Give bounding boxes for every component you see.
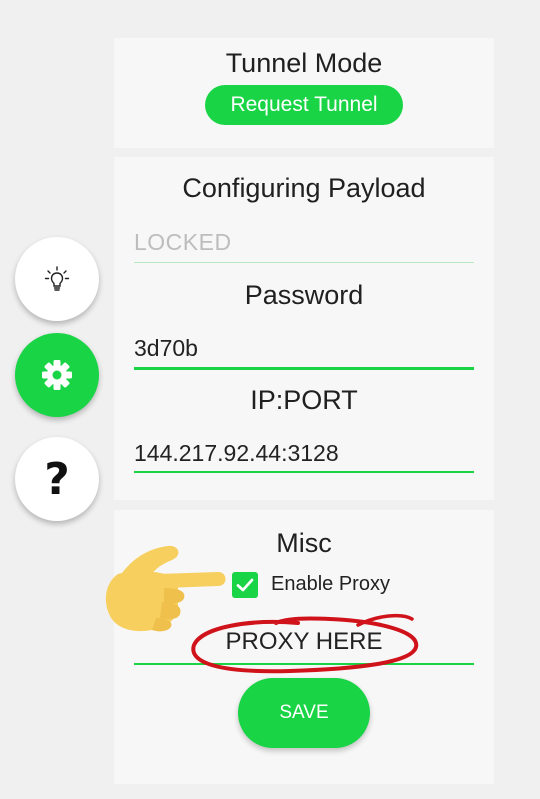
enable-proxy-label: Enable Proxy: [271, 573, 390, 595]
ipport-label: IP:PORT: [250, 385, 358, 415]
help-icon: ?: [44, 453, 70, 505]
checkmark-icon: [236, 578, 254, 592]
lightbulb-icon: [44, 266, 70, 291]
save-button[interactable]: SAVE: [238, 678, 370, 748]
gear-icon: [42, 360, 72, 390]
tunnel-mode-title: Tunnel Mode: [225, 48, 383, 78]
password-label: Password: [244, 280, 364, 310]
payload-input[interactable]: LOCKED: [134, 229, 232, 256]
ipport-input-underline: [134, 471, 474, 473]
lightbulb-button[interactable]: [15, 237, 99, 321]
help-button[interactable]: ?: [15, 437, 99, 521]
payload-config-card: Configuring Payload LOCKED Password 3d70…: [114, 157, 494, 500]
ipport-input[interactable]: 144.217.92.44:3128: [134, 440, 339, 467]
request-tunnel-button[interactable]: Request Tunnel: [205, 85, 403, 125]
settings-button[interactable]: [15, 333, 99, 417]
payload-input-underline: [134, 262, 474, 263]
pointing-hand-icon: [105, 545, 226, 632]
payload-title: Configuring Payload: [182, 173, 426, 203]
password-input-underline: [134, 367, 474, 370]
tunnel-mode-card: Tunnel Mode Request Tunnel: [114, 38, 494, 148]
enable-proxy-checkbox[interactable]: [232, 572, 258, 598]
password-input[interactable]: 3d70b: [134, 335, 198, 362]
